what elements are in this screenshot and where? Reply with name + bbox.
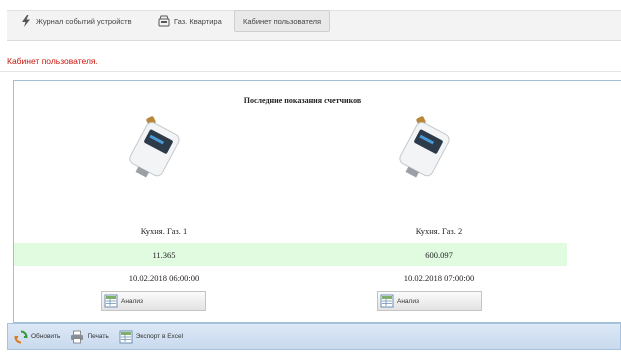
meter-name: Кухня. Газ. 1 bbox=[140, 226, 188, 236]
meter-timestamp: 10.02.2018 06:00:00 bbox=[128, 273, 200, 283]
meter-readings-panel: Последние показания счетчиков Кухня. Газ… bbox=[13, 80, 621, 323]
panel-title: Последние показания счетчиков bbox=[243, 96, 362, 105]
print-button[interactable]: Печать bbox=[70, 330, 109, 344]
meter-timestamp: 10.02.2018 07:00:00 bbox=[403, 273, 475, 283]
button-label: Анализ bbox=[121, 297, 143, 305]
refresh-icon bbox=[14, 330, 28, 343]
tab-device-events[interactable]: Журнал событий устройств bbox=[20, 10, 132, 32]
gas-meter-image bbox=[399, 116, 450, 178]
tab-label: Кабинет пользователя bbox=[243, 16, 322, 26]
meter-value: 600.097 bbox=[425, 250, 453, 260]
analysis-button[interactable]: Анализ bbox=[101, 291, 206, 311]
meter-value: 11.365 bbox=[152, 250, 176, 260]
export-excel-button[interactable]: Экспорт в Excel bbox=[119, 330, 183, 344]
meter-name: Кухня. Газ. 2 bbox=[415, 226, 463, 236]
spreadsheet-icon bbox=[380, 294, 394, 308]
print-label: Печать bbox=[87, 333, 109, 340]
refresh-button[interactable]: Обновить bbox=[14, 330, 60, 344]
printer-icon bbox=[71, 330, 84, 343]
button-label: Анализ bbox=[397, 297, 419, 305]
tab-label: Журнал событий устройств bbox=[36, 16, 132, 26]
tab-gas-apartment[interactable]: Газ. Квартира bbox=[158, 10, 222, 32]
refresh-label: Обновить bbox=[31, 333, 61, 340]
gas-meter-icon bbox=[158, 15, 170, 27]
tab-user-cabinet[interactable]: Кабинет пользователя bbox=[234, 10, 331, 32]
bottom-toolbar: Обновить Печать Экспорт в Excel bbox=[7, 323, 621, 350]
page-title: Кабинет пользователя. bbox=[7, 56, 98, 66]
lightning-icon bbox=[22, 15, 30, 27]
excel-icon bbox=[119, 330, 133, 343]
analysis-button[interactable]: Анализ bbox=[377, 291, 482, 311]
tab-label: Газ. Квартира bbox=[174, 16, 222, 26]
spreadsheet-icon bbox=[104, 294, 118, 308]
title-divider bbox=[0, 71, 621, 72]
gas-meter-image bbox=[129, 116, 180, 178]
export-label: Экспорт в Excel bbox=[135, 333, 184, 340]
